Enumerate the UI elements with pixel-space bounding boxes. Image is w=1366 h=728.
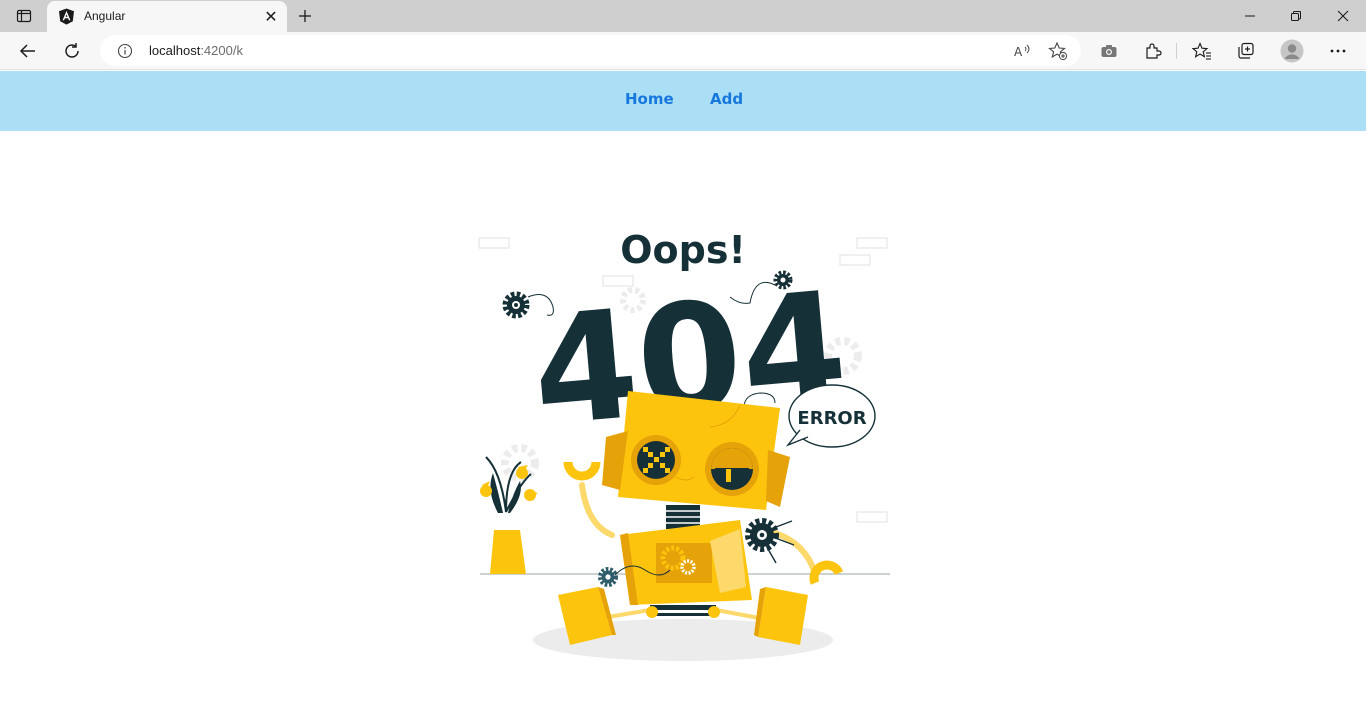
nav-link-add[interactable]: Add xyxy=(710,90,743,108)
restore-icon[interactable] xyxy=(1273,0,1319,32)
angular-icon xyxy=(58,8,75,25)
oops-heading: Oops! xyxy=(620,228,746,272)
url-text[interactable]: localhost:4200/k xyxy=(149,43,243,58)
url-path: :4200/k xyxy=(200,43,243,58)
sidebar-toggle-icon[interactable] xyxy=(8,4,40,28)
address-bar[interactable]: localhost:4200/k A xyxy=(100,35,1081,66)
more-icon[interactable] xyxy=(1323,36,1353,66)
nav-link-home[interactable]: Home xyxy=(625,90,674,108)
profile-icon[interactable] xyxy=(1277,36,1307,66)
refresh-icon[interactable] xyxy=(57,36,87,66)
extensions-icon[interactable] xyxy=(1138,36,1168,66)
info-icon[interactable] xyxy=(117,43,133,59)
browser-tab[interactable]: Angular ✕ xyxy=(47,1,287,32)
tab-title: Angular xyxy=(84,9,126,23)
close-icon[interactable]: ✕ xyxy=(261,7,281,27)
close-window-icon[interactable] xyxy=(1320,0,1366,32)
svg-text:A: A xyxy=(1014,45,1023,59)
minimize-icon[interactable] xyxy=(1227,0,1273,32)
error-bubble-text: ERROR xyxy=(797,408,866,429)
browser-toolbar: localhost:4200/k A xyxy=(0,32,1366,70)
screenshot-icon[interactable] xyxy=(1094,36,1124,66)
collections-icon[interactable] xyxy=(1231,36,1261,66)
url-host: localhost xyxy=(149,43,201,58)
not-found-illustration: Oops! 404 ERROR xyxy=(478,228,890,661)
app-navbar: Home Add xyxy=(0,71,1366,131)
toolbar-divider xyxy=(1176,43,1177,59)
potted-flower xyxy=(480,456,538,574)
gear-icon xyxy=(598,567,618,587)
gear-icon xyxy=(745,518,795,564)
add-favorite-icon[interactable] xyxy=(1048,41,1068,61)
read-aloud-icon[interactable]: A xyxy=(1012,41,1032,61)
browser-tab-strip: Angular ✕ xyxy=(0,0,1366,32)
back-icon[interactable] xyxy=(13,36,43,66)
favorites-icon[interactable] xyxy=(1187,36,1217,66)
error-speech-bubble: ERROR xyxy=(785,384,876,448)
plus-icon[interactable] xyxy=(292,4,318,28)
gear-icon xyxy=(502,291,530,319)
